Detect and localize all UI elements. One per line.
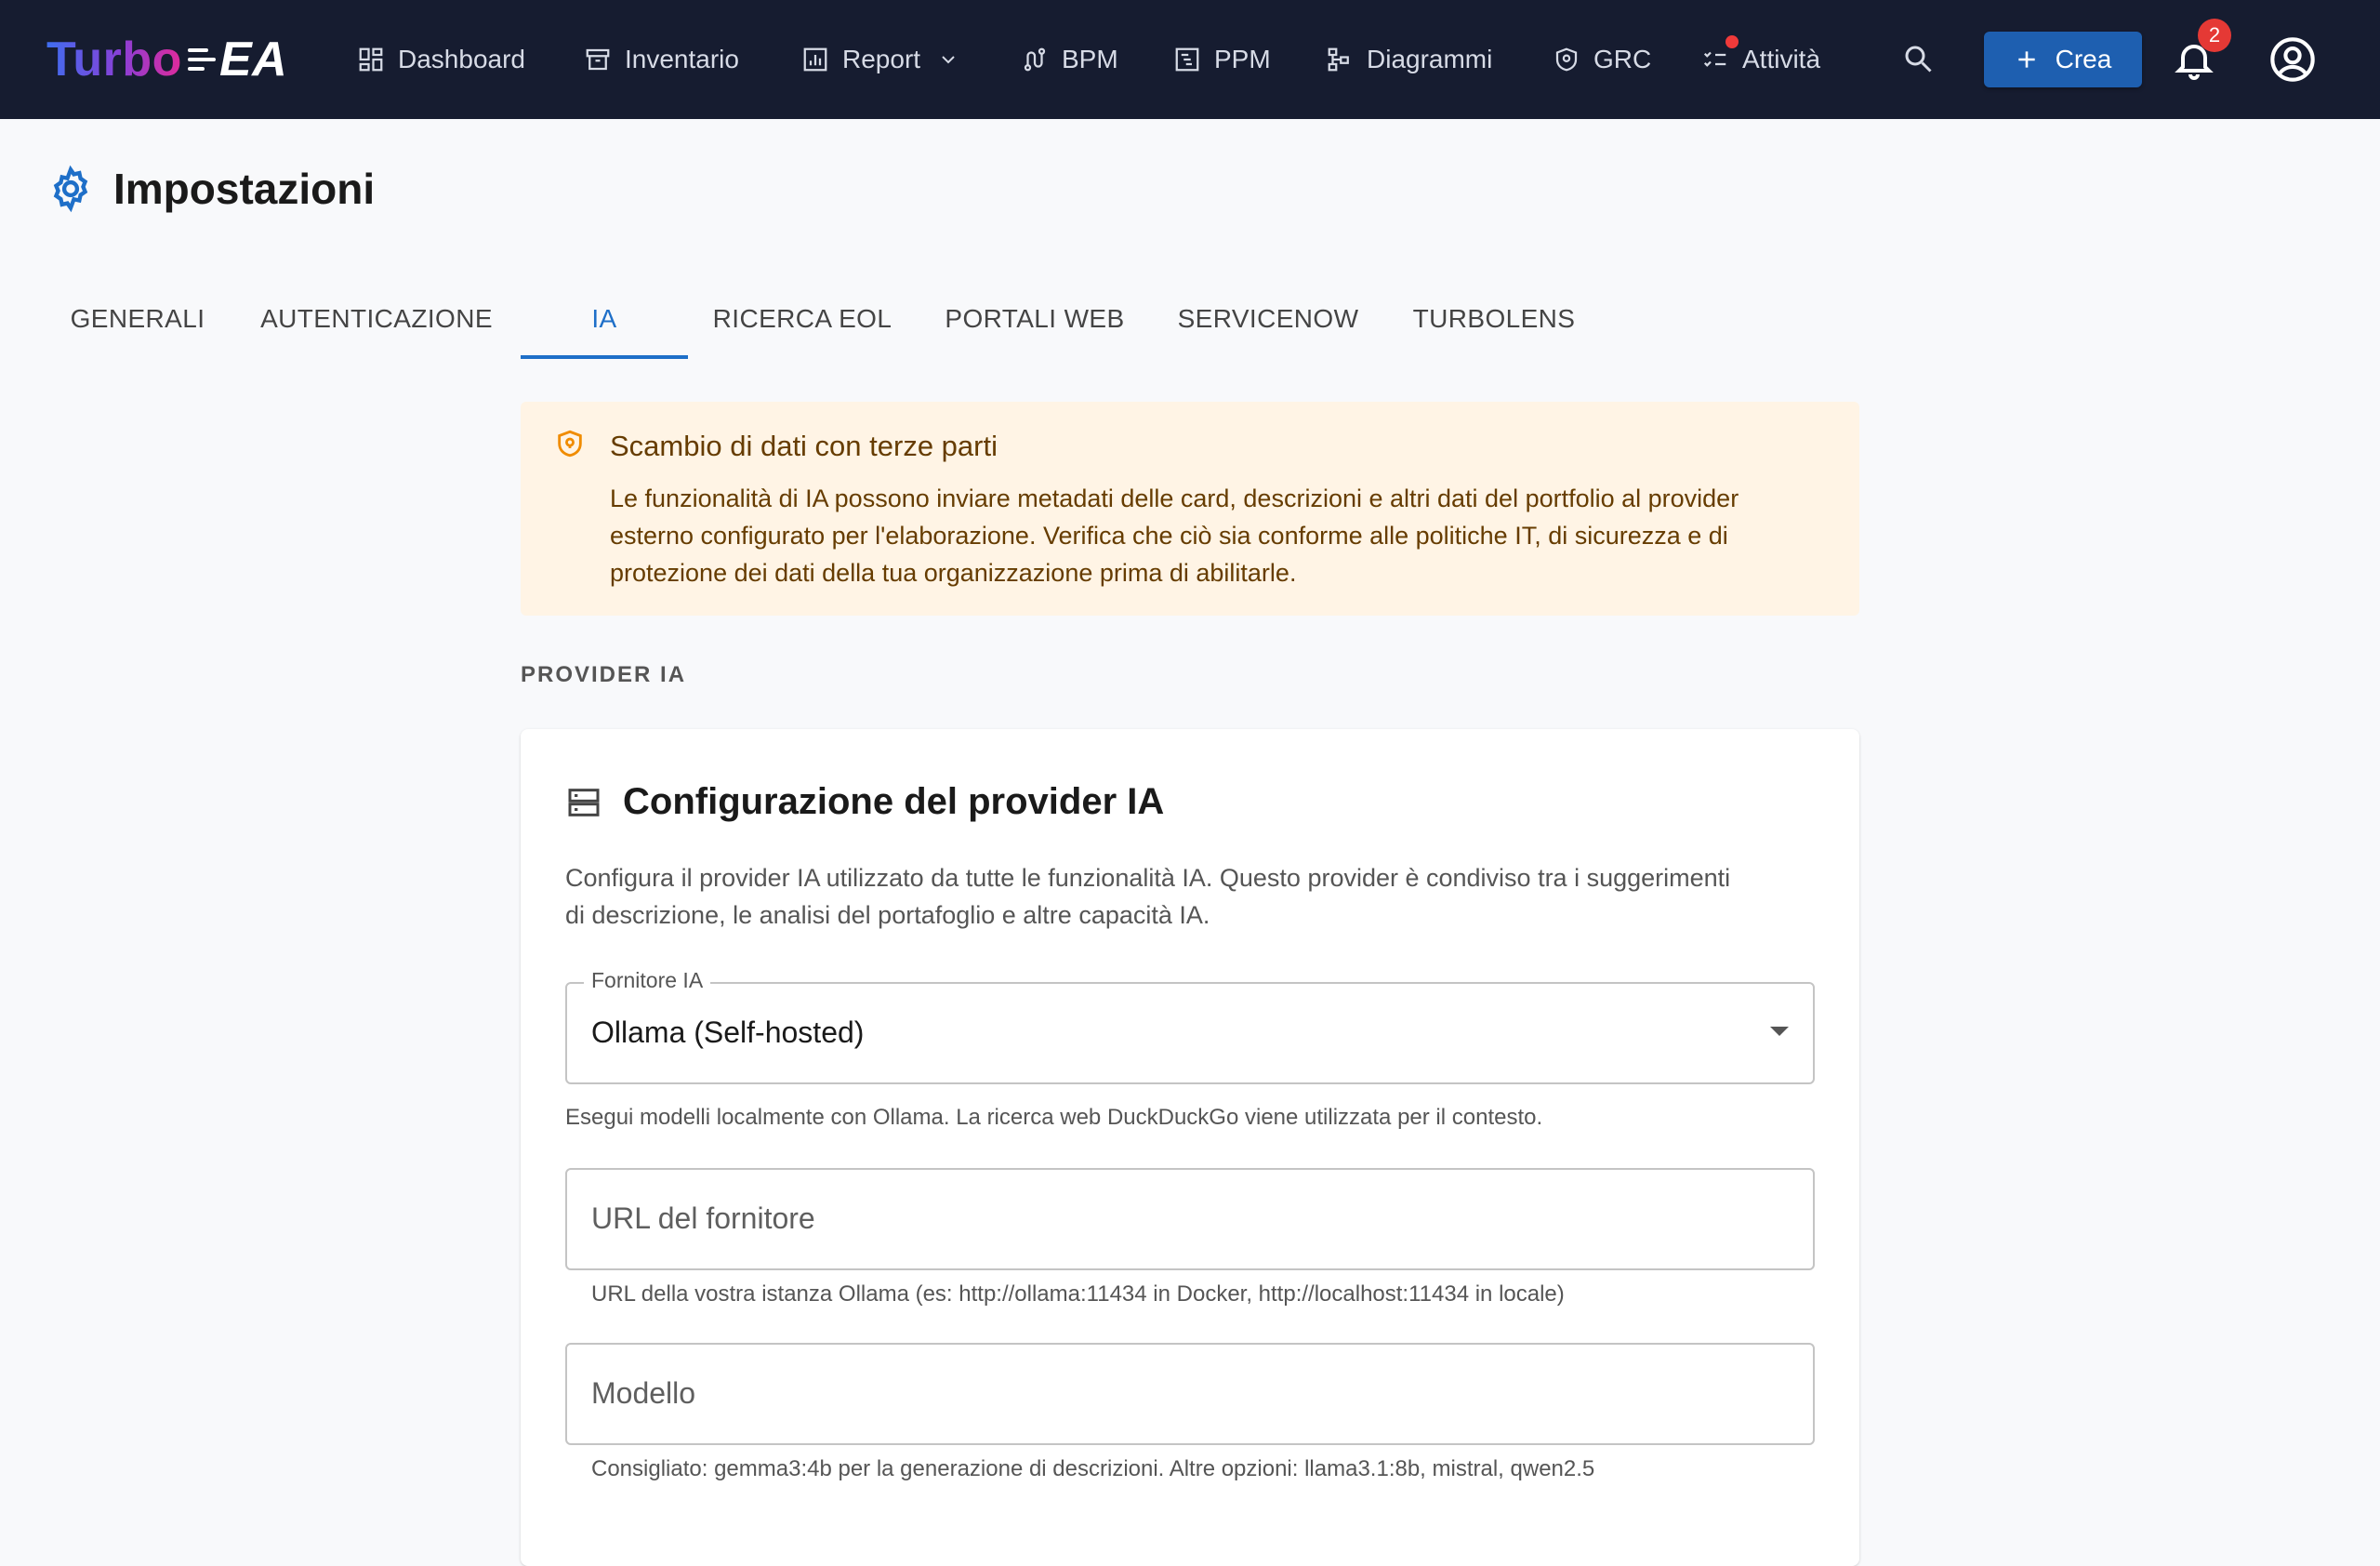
section-label-provider: PROVIDER IA xyxy=(521,662,687,687)
tab-ia[interactable]: IA xyxy=(521,279,688,359)
nav-ppm[interactable]: PPM xyxy=(1173,33,1271,86)
nav-dashboard-label: Dashboard xyxy=(398,45,525,73)
search-button[interactable] xyxy=(1897,37,1939,80)
nav-report[interactable]: Report xyxy=(801,33,959,86)
shield-icon xyxy=(1555,47,1578,72)
provider-url-placeholder: URL del fornitore xyxy=(591,1201,815,1235)
create-button[interactable]: Crea xyxy=(1984,32,2142,87)
model-placeholder: Modello xyxy=(591,1376,696,1410)
provider-url-input[interactable]: URL del fornitore xyxy=(565,1168,1815,1270)
warning-body: Le funzionalità di IA possono inviare me… xyxy=(610,484,1739,587)
card-description: Configura il provider IA utilizzato da t… xyxy=(565,864,1731,929)
provider-url-helper: URL della vostra istanza Ollama (es: htt… xyxy=(591,1281,1565,1307)
gantt-icon xyxy=(1175,47,1199,72)
top-navbar: Turbo EA Dashboard Inventario Report BPM… xyxy=(0,0,2380,119)
server-icon xyxy=(568,788,600,816)
turbo-ea-logo[interactable]: Turbo EA xyxy=(46,28,287,91)
provider-select-helper: Esegui modelli localmente con Ollama. La… xyxy=(565,1105,1543,1130)
model-input[interactable]: Modello xyxy=(565,1343,1815,1445)
bar-chart-icon xyxy=(803,47,827,72)
nav-grc-label: GRC xyxy=(1593,45,1652,73)
nav-diagrammi-label: Diagrammi xyxy=(1367,45,1493,73)
card-header: Configurazione del provider IA xyxy=(565,781,1164,823)
provider-select-value: Ollama (Self-hosted) xyxy=(591,1015,865,1049)
search-icon xyxy=(1905,46,1932,73)
dashboard-icon xyxy=(359,47,383,72)
provider-select[interactable]: Fornitore IA Ollama (Self-hosted) xyxy=(565,968,1815,1084)
nav-bpm[interactable]: BPM xyxy=(1021,33,1118,86)
diagram-icon xyxy=(1328,47,1349,72)
chevron-down-icon xyxy=(942,56,955,64)
notification-count-badge: 2 xyxy=(2198,19,2231,52)
account-circle-icon xyxy=(2270,37,2315,82)
provider-select-label: Fornitore IA xyxy=(584,968,711,993)
card-title: Configurazione del provider IA xyxy=(623,781,1165,822)
create-button-label: Crea xyxy=(2055,45,2112,73)
data-sharing-warning: Scambio di dati con terze parti Le funzi… xyxy=(521,402,1859,616)
checklist-icon xyxy=(1703,51,1726,67)
page-title: Impostazioni xyxy=(113,165,376,213)
warning-title: Scambio di dati con terze parti xyxy=(610,430,998,462)
logo-text-turbo: Turbo xyxy=(46,33,182,86)
nav-bpm-label: BPM xyxy=(1062,45,1118,73)
route-icon xyxy=(1024,47,1046,72)
tab-autenticazione[interactable]: AUTENTICAZIONE xyxy=(244,279,509,359)
logo-speed-lines xyxy=(187,48,216,71)
model-helper: Consigliato: gemma3:4b per la generazion… xyxy=(591,1456,1595,1481)
provider-config-card: Configurazione del provider IA Configura… xyxy=(521,729,1859,1566)
nav-report-label: Report xyxy=(842,45,921,73)
tab-turbolens[interactable]: TURBOLENS xyxy=(1400,279,1588,359)
nav-attivita-label: Attività xyxy=(1742,45,1821,73)
dropdown-arrow-icon xyxy=(1770,1027,1789,1036)
nav-attivita[interactable]: Attività xyxy=(1701,33,1820,86)
plus-icon xyxy=(2017,51,2035,68)
nav-ppm-label: PPM xyxy=(1214,45,1271,73)
tab-servicenow[interactable]: SERVICENOW xyxy=(1168,279,1368,359)
logo-text-ea: EA xyxy=(218,33,288,86)
shield-lock-icon xyxy=(558,430,582,458)
page-header: Impostazioni xyxy=(46,164,375,214)
nav-diagrammi[interactable]: Diagrammi xyxy=(1326,33,1492,86)
archive-icon xyxy=(586,48,610,71)
nav-grc[interactable]: GRC xyxy=(1553,33,1651,86)
unread-dot xyxy=(1726,35,1739,48)
tab-ricerca-eol[interactable]: RICERCA EOL xyxy=(703,279,902,359)
tab-generali[interactable]: GENERALI xyxy=(52,279,223,359)
tab-portali-web[interactable]: PORTALI WEB xyxy=(930,279,1140,359)
nav-inventario[interactable]: Inventario xyxy=(584,33,739,86)
nav-inventario-label: Inventario xyxy=(625,45,739,73)
nav-dashboard[interactable]: Dashboard xyxy=(357,33,525,86)
account-button[interactable] xyxy=(2268,35,2317,84)
gear-icon xyxy=(53,165,88,213)
